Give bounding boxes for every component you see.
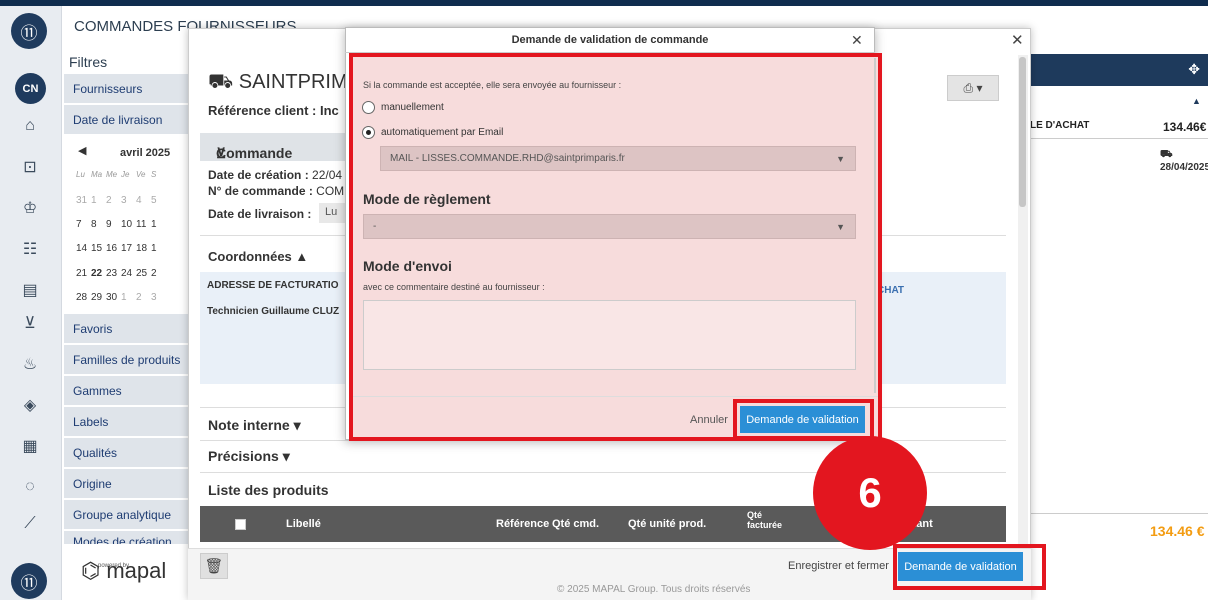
filter-favorites[interactable]: Favoris — [64, 314, 188, 344]
products-title: Liste des produits — [208, 482, 329, 498]
total-value: 134.46€ — [1163, 120, 1207, 134]
calendar-week[interactable]: 31 1 2 3 4 5 — [76, 195, 166, 206]
client-reference: Référence client : Inc — [208, 103, 339, 118]
highlight-request — [893, 544, 1046, 590]
col-qty-unit[interactable]: Qté unité prod. — [628, 518, 706, 530]
order-number: N° de commande : COM — [208, 184, 345, 198]
top-accent-bar — [0, 0, 1208, 6]
divider — [1030, 138, 1208, 139]
copyright: © 2025 MAPAL Group. Tous droits réservés — [557, 584, 751, 595]
total-label: LE D'ACHAT — [1030, 120, 1090, 131]
filter-product-families[interactable]: Familles de produits — [64, 345, 188, 375]
filter-suppliers[interactable]: Fournisseurs — [64, 74, 188, 104]
filter-analytic-group[interactable]: Groupe analytique — [64, 500, 188, 530]
trash-icon[interactable]: 🗑 — [200, 553, 228, 579]
truck-icon: ⛟ — [208, 71, 234, 93]
order-section-header: ⊻ Commande — [200, 133, 350, 161]
calculator-icon[interactable]: ▦ — [19, 435, 41, 457]
calendar-week[interactable]: 21 22 23 24 25 2 — [76, 268, 166, 279]
mapal-logo: ⌬ mapal — [81, 558, 167, 583]
app-logo-icon[interactable]: ⑪ — [11, 13, 47, 49]
move-icon[interactable]: ✥ — [1188, 61, 1200, 78]
chat-icon[interactable]: ◌ — [19, 476, 41, 498]
filter-labels[interactable]: Labels — [64, 407, 188, 437]
select-all-checkbox[interactable] — [235, 519, 246, 530]
document-icon[interactable]: ▤ — [19, 279, 41, 301]
filter-qualities[interactable]: Qualités — [64, 438, 188, 468]
grand-total: 134.46 € — [1150, 523, 1205, 539]
chef-hat-icon[interactable]: ♔ — [19, 197, 41, 219]
highlight-modal — [349, 53, 882, 441]
print-button[interactable]: ⎙ ▾ — [947, 75, 999, 101]
avatar[interactable]: CN — [15, 73, 46, 104]
supplier-name: ⛟ SAINTPRIM — [208, 71, 348, 93]
step-badge: 6 — [813, 436, 927, 550]
background-header-bar: ✥ — [1030, 54, 1208, 86]
save-close-button[interactable]: Enregistrer et fermer — [788, 560, 889, 572]
thermometer-icon[interactable]: ⟋ — [19, 513, 41, 535]
home-icon[interactable]: ⌂ — [19, 115, 41, 137]
creation-date: Date de création : 22/04 — [208, 168, 343, 182]
calendar-week[interactable]: 7 8 9 10 11 1 — [76, 219, 166, 230]
sort-up-icon[interactable]: ▲ — [1192, 96, 1201, 106]
close-icon[interactable]: ✕ — [1011, 31, 1024, 49]
prev-month-icon[interactable]: ◀ — [78, 144, 86, 157]
filters-title: Filtres — [69, 54, 108, 70]
details-toggle[interactable]: Précisions ▾ — [208, 448, 290, 465]
filter-origin[interactable]: Origine — [64, 469, 188, 499]
highlight-submit — [733, 399, 874, 440]
calendar-weekdays: Lu Ma Me Je Ve S — [76, 170, 157, 179]
cart-icon[interactable]: ⊻ — [19, 312, 41, 334]
filter-ranges[interactable]: Gammes — [64, 376, 188, 406]
col-qty-ordered[interactable]: Qté cmd. — [552, 518, 599, 530]
col-label[interactable]: Libellé — [286, 518, 321, 530]
col-qty-billed[interactable]: Qté facturée — [747, 510, 793, 530]
filter-creation-modes[interactable]: Modes de création — [64, 531, 188, 545]
modal-title: Demande de validation de commande — [345, 27, 875, 53]
dish-icon[interactable]: ♨ — [19, 353, 41, 375]
recipe-icon[interactable]: ☷ — [19, 238, 41, 260]
internal-note-toggle[interactable]: Note interne ▾ — [208, 417, 301, 434]
filter-delivery-date[interactable]: Date de livraison — [64, 105, 188, 135]
modal-close-icon[interactable]: ✕ — [851, 32, 863, 49]
calendar-selected-day: 22 — [91, 268, 103, 279]
divider — [1030, 513, 1208, 514]
printer-icon: ⎙ — [963, 80, 974, 95]
delivery-date: ⛟ 28/04/2025 — [1160, 149, 1208, 173]
calendar-week[interactable]: 14 15 16 17 18 1 — [76, 243, 166, 254]
coordinates-toggle[interactable]: Coordonnées ▲ — [208, 249, 308, 264]
calendar-month: avril 2025 — [120, 147, 171, 159]
inbox-icon[interactable]: ⊡ — [19, 156, 41, 178]
billing-address-label: ADRESSE DE FACTURATIO — [207, 280, 339, 291]
col-reference[interactable]: Référence — [496, 518, 549, 530]
scrollbar-thumb[interactable] — [1019, 57, 1026, 207]
calendar-week[interactable]: 28 29 30 1 2 3 — [76, 292, 166, 303]
brand-logo-icon: ⑪ — [11, 563, 47, 599]
layers-icon[interactable]: ◈ — [19, 394, 41, 416]
delivery-date-label: Date de livraison : — [208, 207, 312, 221]
technician-name: Technicien Guillaume CLUZ — [207, 306, 340, 317]
